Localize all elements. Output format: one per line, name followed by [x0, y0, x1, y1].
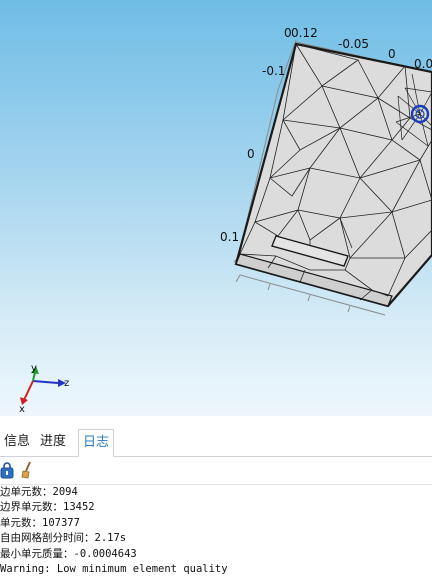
log-line-warning: Warning: Low minimum element quality	[0, 562, 228, 575]
log-line-min-quality: 最小单元质量：-0.0004643	[0, 547, 137, 560]
tab-info[interactable]: 信息	[0, 429, 34, 455]
axis-label-top-012: 0.12	[291, 26, 318, 40]
tab-log[interactable]: 日志	[78, 429, 114, 457]
axis-label-top-0b: 0	[388, 47, 396, 61]
graphics-viewport[interactable]: 0 0.12 -0.05 0 0.0 -0.1 0 0.1 y z x	[0, 0, 432, 416]
triad-label-x: x	[19, 404, 25, 415]
lock-icon[interactable]	[0, 461, 18, 479]
log-line-edge-elements: 边单元数：2094	[0, 486, 78, 498]
axis-triad: y z x	[19, 363, 69, 415]
log-output: 边单元数：2094 边界单元数：13452 单元数：107377 自由网格剖分时…	[0, 485, 432, 584]
axis-label-left-0: 0	[247, 147, 255, 161]
log-toolbar	[0, 458, 432, 485]
log-line-elements: 单元数：107377	[0, 516, 80, 529]
tab-progress[interactable]: 进度	[36, 429, 70, 455]
broom-icon[interactable]	[20, 461, 38, 479]
axis-label-top-00: 0.0	[414, 57, 432, 71]
mesh-graphics: 0 0.12 -0.05 0 0.0 -0.1 0 0.1 y z x	[19, 26, 432, 415]
panel-tabs: 信息 进度 日志	[0, 426, 432, 457]
messages-panel: 信息 进度 日志 边单元数：2094 边界单元数：13452 单元数：10737…	[0, 416, 432, 584]
log-line-mesh-time: 自由网格剖分时间：2.17s	[0, 532, 127, 545]
axis-label-top-neg005: -0.05	[338, 37, 369, 51]
mesh-body	[234, 42, 432, 308]
axis-label-left-neg01: -0.1	[262, 64, 285, 78]
triad-label-y: y	[31, 363, 37, 374]
axis-label-left-01: 0.1	[220, 230, 239, 244]
log-line-boundary-elements: 边界单元数：13452	[0, 501, 95, 514]
triad-label-z: z	[64, 378, 69, 389]
